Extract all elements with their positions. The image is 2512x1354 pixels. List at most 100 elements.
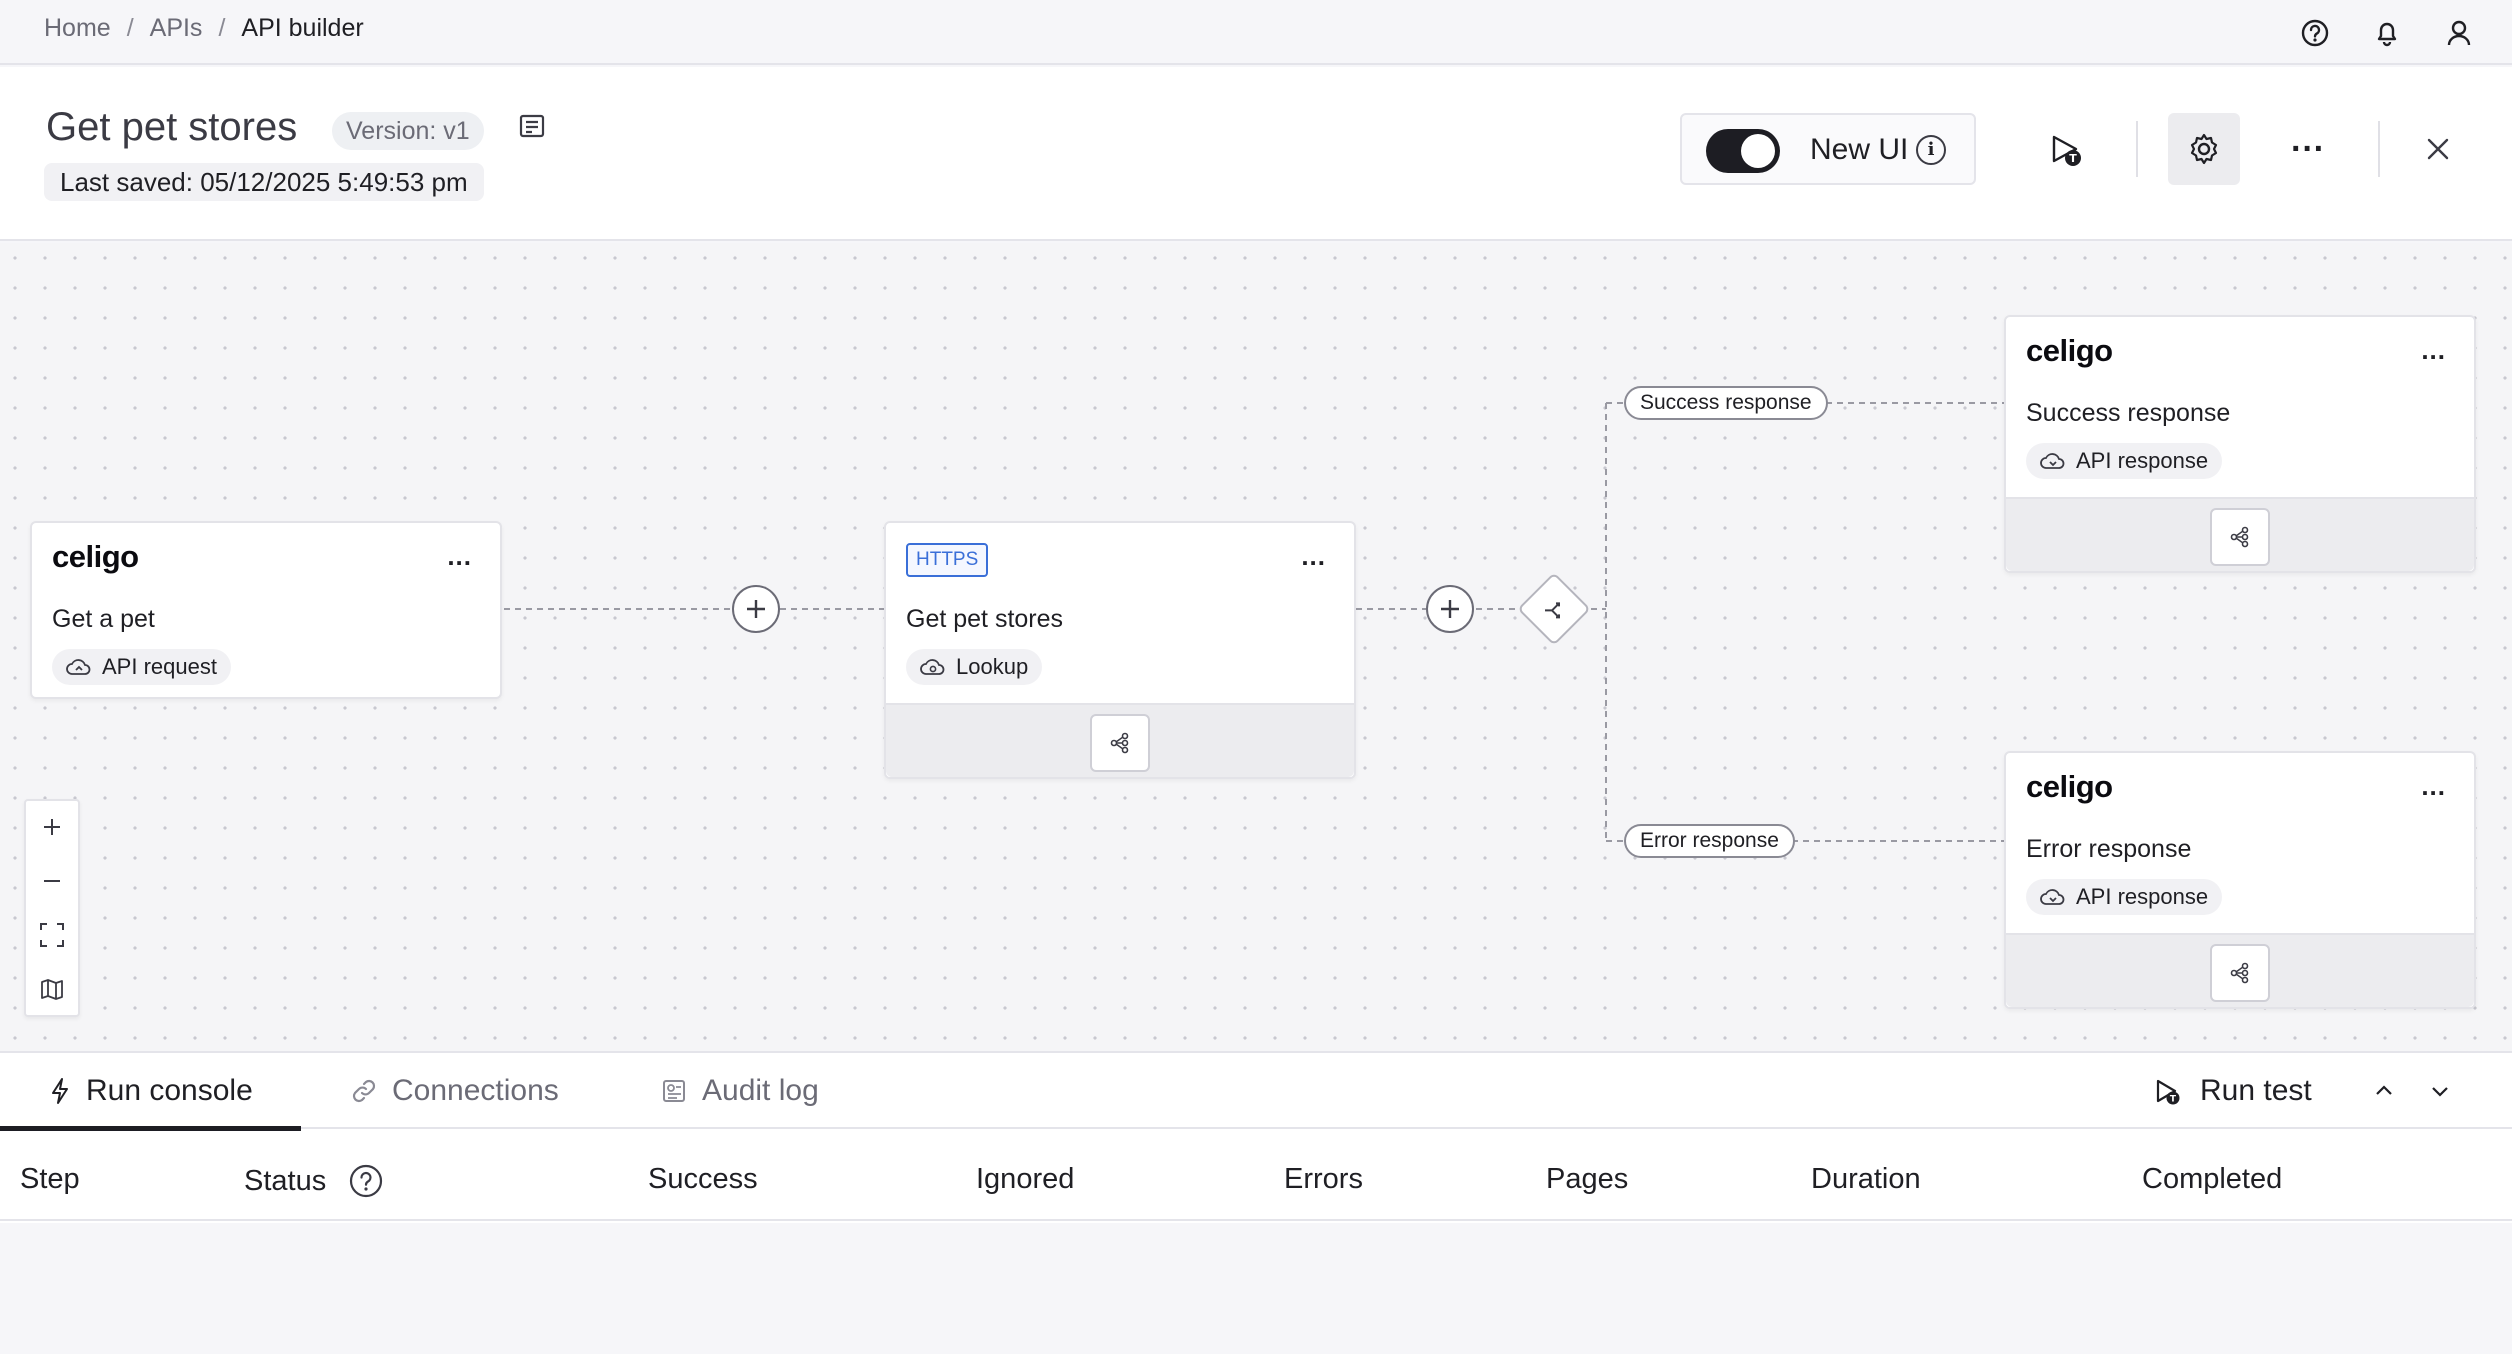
add-step-button[interactable] xyxy=(1426,585,1474,633)
node-type-tag: Lookup xyxy=(906,649,1043,685)
cloud-icon xyxy=(66,659,91,675)
error-edge-label: Error response xyxy=(1624,824,1795,858)
breadcrumb-separator: / xyxy=(218,14,226,42)
node-footer xyxy=(2006,497,2474,571)
column-header: Completed xyxy=(2142,1163,2283,1195)
plus-icon xyxy=(747,600,765,618)
node-name: Get a pet xyxy=(52,605,155,633)
notes-icon[interactable] xyxy=(516,111,548,143)
svg-text:T: T xyxy=(2170,1095,2177,1105)
node-type-label: API response xyxy=(2076,884,2209,909)
run-test-label: Run test xyxy=(2200,1074,2312,1107)
cloud-icon xyxy=(2040,453,2065,469)
breadcrumb-apis[interactable]: APIs xyxy=(150,14,203,43)
celigo-logo: celigo xyxy=(2026,333,2113,368)
node-type-label: API response xyxy=(2076,448,2209,473)
page-title[interactable]: Get pet stores xyxy=(46,105,297,150)
help-icon[interactable] xyxy=(348,1163,384,1199)
zoom-in-icon[interactable] xyxy=(26,801,78,853)
more-icon[interactable]: ··· xyxy=(2272,113,2344,185)
node-name: Success response xyxy=(2026,399,2231,427)
node-success-response[interactable]: celigo ... Success response API response xyxy=(2004,315,2476,573)
node-type-label: Lookup xyxy=(956,654,1029,679)
run-test-icon: T xyxy=(2156,1079,2180,1105)
node-menu-button[interactable]: ... xyxy=(447,541,472,572)
cloud-icon xyxy=(2040,889,2065,905)
lightning-icon xyxy=(52,1078,68,1104)
map-icon[interactable] xyxy=(26,963,78,1015)
divider xyxy=(2136,121,2138,177)
tab-label: Connections xyxy=(392,1074,559,1107)
run-console-table-body xyxy=(0,1223,2512,1354)
node-name: Get pet stores xyxy=(906,605,1064,633)
flow-canvas[interactable]: celigo ... Get a pet API request HTTPS .… xyxy=(0,243,2512,1051)
zoom-out-icon[interactable] xyxy=(26,855,78,907)
success-edge-label: Success response xyxy=(1624,386,1828,420)
node-menu-button[interactable]: ... xyxy=(2421,335,2446,366)
fit-view-icon[interactable] xyxy=(26,909,78,961)
branch-icon[interactable] xyxy=(2210,944,2270,1002)
bottom-panel: Run console Connections Audit log T Run … xyxy=(0,1051,2512,1354)
node-name: Error response xyxy=(2026,835,2192,863)
new-ui-toggle[interactable] xyxy=(1706,129,1780,173)
column-header: Status xyxy=(244,1164,327,1197)
breadcrumb-separator: / xyxy=(126,14,134,42)
breadcrumb: Home / APIs / API builder xyxy=(44,14,364,43)
panel-tabs: Run console Connections Audit log T Run … xyxy=(0,1053,2512,1131)
close-icon[interactable] xyxy=(2402,113,2474,185)
bell-icon[interactable] xyxy=(2364,10,2410,56)
node-type-tag: API response xyxy=(2026,443,2223,479)
gear-icon[interactable] xyxy=(2168,113,2240,185)
column-header: Step xyxy=(20,1163,80,1195)
tab-label: Audit log xyxy=(702,1074,819,1107)
node-get-pet-stores[interactable]: HTTPS ... Get pet stores Lookup xyxy=(884,521,1356,779)
chevron-down-icon[interactable] xyxy=(2418,1069,2462,1113)
node-error-response[interactable]: celigo ... Error response API response xyxy=(2004,751,2476,1009)
top-icons xyxy=(2292,10,2512,56)
node-footer xyxy=(886,703,1354,777)
version-badge: Version: v1 xyxy=(332,112,484,150)
run-console-table-header: Step Status Success Ignored Errors Pages… xyxy=(0,1145,2512,1221)
status-column-header: Status xyxy=(244,1163,384,1199)
node-type-tag: API request xyxy=(52,649,231,685)
tab-audit-log[interactable]: Audit log xyxy=(660,1053,819,1129)
cloud-icon xyxy=(920,659,945,675)
branch-icon[interactable] xyxy=(1090,714,1150,772)
column-header: Errors xyxy=(1284,1163,1363,1195)
branch-icon[interactable] xyxy=(2210,508,2270,566)
node-footer xyxy=(2006,933,2474,1007)
toggle-knob xyxy=(1741,134,1775,168)
flow-header: Get pet stores Version: v1 Last saved: 0… xyxy=(0,67,2512,241)
node-get-a-pet[interactable]: celigo ... Get a pet API request xyxy=(30,521,502,699)
tab-connections[interactable]: Connections xyxy=(350,1053,559,1129)
user-icon[interactable] xyxy=(2436,10,2482,56)
link-icon xyxy=(352,1079,376,1103)
run-test-icon[interactable]: T xyxy=(2030,113,2102,185)
https-badge: HTTPS xyxy=(906,543,989,577)
node-menu-button[interactable]: ... xyxy=(1301,541,1326,572)
run-test-button[interactable]: T Run test xyxy=(2152,1053,2312,1129)
help-icon[interactable] xyxy=(2292,10,2338,56)
node-menu-button[interactable]: ... xyxy=(2421,771,2446,802)
audit-icon xyxy=(663,1080,685,1102)
new-ui-toggle-box: New UI i xyxy=(1680,113,1976,185)
new-ui-label: New UI xyxy=(1810,133,1909,166)
breadcrumb-current: API builder xyxy=(241,14,364,42)
last-saved: Last saved: 05/12/2025 5:49:53 pm xyxy=(44,163,484,201)
tab-run-console[interactable]: Run console xyxy=(0,1053,301,1131)
zoom-controls xyxy=(24,799,80,1017)
column-header: Success xyxy=(648,1163,758,1195)
celigo-logo: celigo xyxy=(2026,769,2113,804)
top-bar: Home / APIs / API builder xyxy=(0,0,2512,65)
column-header: Duration xyxy=(1811,1163,1921,1195)
plus-icon xyxy=(1441,600,1459,618)
divider xyxy=(2378,121,2380,177)
node-type-label: API request xyxy=(102,654,217,679)
column-header: Ignored xyxy=(976,1163,1075,1195)
column-header: Pages xyxy=(1546,1163,1629,1195)
chevron-up-icon[interactable] xyxy=(2362,1069,2406,1113)
info-icon[interactable]: i xyxy=(1916,135,1946,165)
tab-label: Run console xyxy=(86,1074,253,1107)
add-step-button[interactable] xyxy=(732,585,780,633)
breadcrumb-home[interactable]: Home xyxy=(44,14,111,43)
